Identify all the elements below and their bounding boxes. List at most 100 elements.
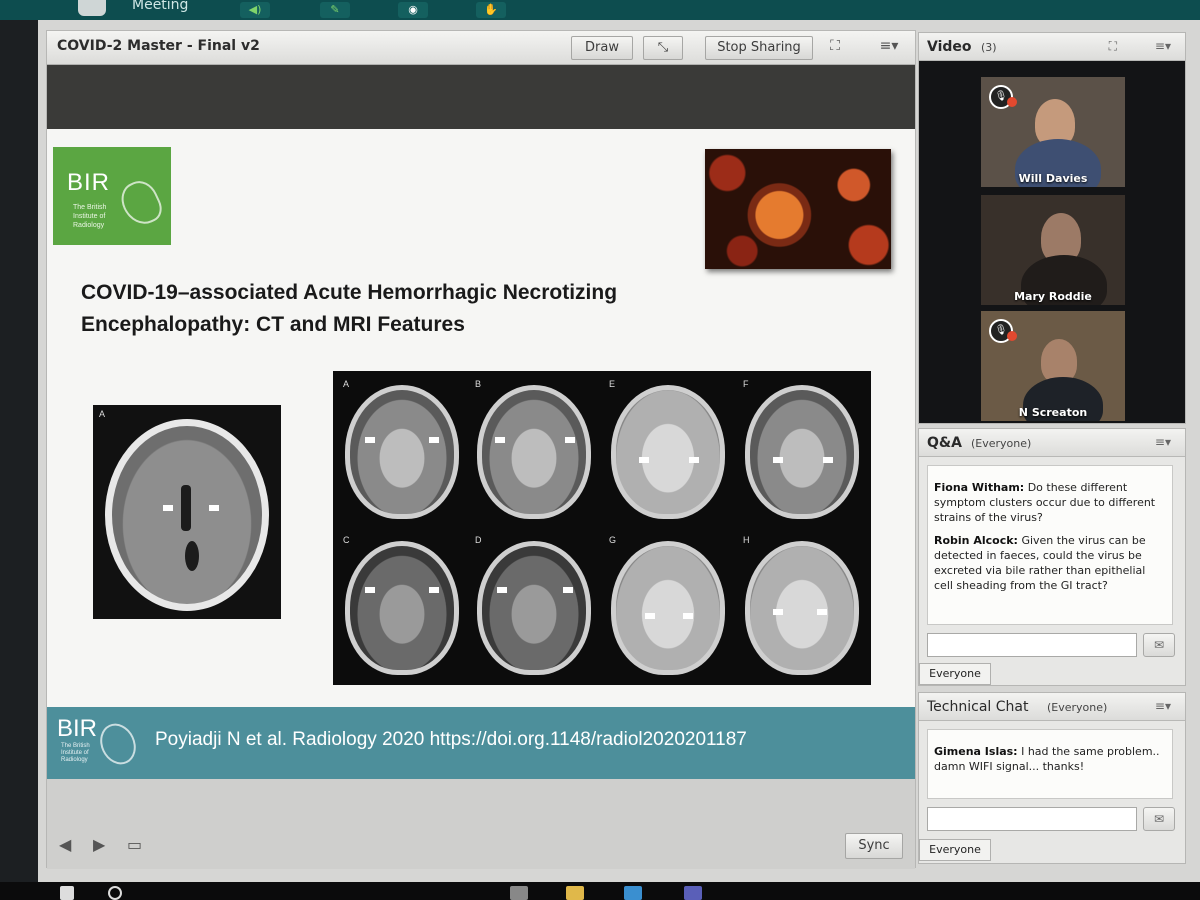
mri-brain — [345, 385, 459, 519]
mri-panel-g: G — [603, 531, 733, 683]
arrow-left-icon[interactable]: ◀ — [59, 835, 71, 854]
mri-brain — [611, 541, 725, 675]
tech-chat-recipient-tab[interactable]: Everyone — [919, 839, 991, 861]
fullscreen-icon[interactable]: ⛶ — [1109, 39, 1117, 54]
video-pod: Video (3) ⛶ ≡▾ 🎙 Will Davies Mary Roddie… — [918, 32, 1186, 424]
video-tile[interactable]: 🎙 N Screaton — [981, 311, 1125, 421]
search-icon[interactable] — [108, 886, 122, 900]
share-pod-titlebar: COVID-2 Master - Final v2 Draw ⤡ Stop Sh… — [47, 31, 915, 65]
panel-letter: E — [609, 379, 616, 389]
participant-name: N Screaton — [1018, 406, 1088, 419]
draw-button[interactable]: Draw — [571, 36, 633, 60]
video-tile[interactable]: Mary Roddie — [981, 195, 1125, 305]
arrow-marker — [365, 587, 375, 593]
qa-recipient-tab[interactable]: Everyone — [919, 663, 991, 685]
arrow-marker — [497, 587, 507, 593]
file-explorer-icon[interactable] — [566, 886, 584, 900]
sidebar-toggle-icon[interactable]: ▭ — [127, 835, 142, 854]
tech-chat-header: Technical Chat (Everyone) ≡▾ — [919, 693, 1185, 721]
slide-title: COVID-19–associated Acute Hemorrhagic Ne… — [81, 277, 721, 341]
bir-swirl-icon — [115, 175, 167, 231]
arrow-marker — [817, 609, 827, 615]
mri-brain — [345, 541, 459, 675]
participant-name: Will Davies — [1018, 172, 1088, 185]
arrow-marker — [365, 437, 375, 443]
teams-icon[interactable] — [684, 886, 702, 900]
arrow-marker — [773, 457, 783, 463]
arrow-marker — [565, 437, 575, 443]
meeting-menu[interactable]: Meeting — [132, 0, 188, 13]
arrow-marker — [495, 437, 505, 443]
tech-chat-message-list: Gimena Islas: I had the same problem.. d… — [927, 729, 1173, 799]
menu-icon[interactable]: ≡▾ — [1155, 435, 1171, 449]
arrow-marker — [683, 613, 693, 619]
browser-icon[interactable] — [624, 886, 642, 900]
video-tile[interactable]: 🎙 Will Davies — [981, 77, 1125, 187]
message-author: Gimena Islas: — [934, 745, 1018, 758]
menu-icon[interactable]: ≡▾ — [1155, 39, 1171, 53]
message-author: Robin Alcock: — [934, 534, 1018, 547]
video-area: 🎙 Will Davies Mary Roddie 🎙 N Screaton — [919, 61, 1185, 423]
bir-logo: BIR The British Institute of Radiology — [53, 147, 171, 245]
menu-icon[interactable]: ≡▾ — [1155, 699, 1171, 713]
panel-letter: F — [743, 379, 749, 389]
send-icon[interactable]: ✉ — [1143, 807, 1175, 831]
bir-swirl-icon — [93, 717, 143, 771]
technical-chat-pod: Technical Chat (Everyone) ≡▾ Gimena Isla… — [918, 692, 1186, 864]
video-pod-title: Video — [927, 39, 972, 55]
chat-message: Fiona Witham: Do these different symptom… — [934, 480, 1166, 525]
task-view-icon[interactable] — [510, 886, 528, 900]
menu-icon[interactable]: ≡▾ — [877, 38, 901, 54]
bir-logo-letters: BIR — [67, 169, 111, 196]
tech-chat-input[interactable] — [927, 807, 1137, 831]
draw-cursor-icon[interactable]: ⤡ — [643, 36, 683, 60]
panel-letter: B — [475, 379, 482, 389]
share-pod-controls: ◀ ▶ ▭ Sync — [47, 779, 915, 869]
video-count: (3) — [981, 41, 997, 54]
sync-button[interactable]: Sync — [845, 833, 903, 859]
mri-image-grid: A B E F C D G H — [333, 371, 871, 685]
panel-letter: H — [743, 535, 750, 545]
qa-audience: (Everyone) — [971, 437, 1032, 450]
tech-chat-audience: (Everyone) — [1047, 701, 1108, 714]
footer-bir-logo: BIR — [57, 715, 98, 742]
slide-footer: BIR The British Institute of Radiology P… — [47, 707, 915, 779]
arrow-marker — [689, 457, 699, 463]
qa-pod: Q&A (Everyone) ≡▾ Fiona Witham: Do these… — [918, 428, 1186, 686]
arrow-marker — [429, 437, 439, 443]
fullscreen-icon[interactable]: ⛶ — [823, 38, 847, 54]
panel-letter: D — [475, 535, 482, 545]
arrow-marker — [429, 587, 439, 593]
panel-letter: A — [99, 409, 106, 419]
speaker-icon[interactable]: ◀) — [240, 2, 270, 18]
participant-name: Mary Roddie — [1014, 290, 1092, 303]
arrow-marker — [563, 587, 573, 593]
panel-letter: C — [343, 535, 350, 545]
mri-panel-h: H — [737, 531, 867, 683]
mic-icon[interactable]: ✎ — [320, 2, 350, 18]
qa-pod-header: Q&A (Everyone) ≡▾ — [919, 429, 1185, 457]
ct-ventricle — [185, 541, 199, 571]
slide-title-line-2: Encephalopathy: CT and MRI Features — [81, 313, 465, 336]
mri-panel-b: B — [469, 375, 599, 527]
slide-title-line-1: COVID-19–associated Acute Hemorrhagic Ne… — [81, 281, 618, 304]
raise-hand-icon[interactable]: ✋ — [476, 2, 506, 18]
send-icon[interactable]: ✉ — [1143, 633, 1175, 657]
panel-letter: A — [343, 379, 350, 389]
windows-start-icon[interactable] — [60, 886, 74, 900]
arrow-right-icon[interactable]: ▶ — [93, 835, 105, 854]
ct-scan-image: A — [93, 405, 281, 619]
stop-sharing-button[interactable]: Stop Sharing — [705, 36, 813, 60]
webcam-icon[interactable]: ◉ — [398, 2, 428, 18]
slide-top-band — [47, 65, 915, 129]
shared-slide: BIR The British Institute of Radiology C… — [47, 129, 915, 779]
video-pod-header: Video (3) ⛶ ≡▾ — [919, 33, 1185, 61]
share-pod-title: COVID-2 Master - Final v2 — [57, 38, 260, 54]
mri-brain — [611, 385, 725, 519]
qa-message-list: Fiona Witham: Do these different symptom… — [927, 465, 1173, 625]
panel-letter: G — [609, 535, 617, 545]
qa-input[interactable] — [927, 633, 1137, 657]
mri-brain — [477, 385, 591, 519]
mri-brain — [745, 541, 859, 675]
qa-pod-title: Q&A — [927, 435, 962, 451]
